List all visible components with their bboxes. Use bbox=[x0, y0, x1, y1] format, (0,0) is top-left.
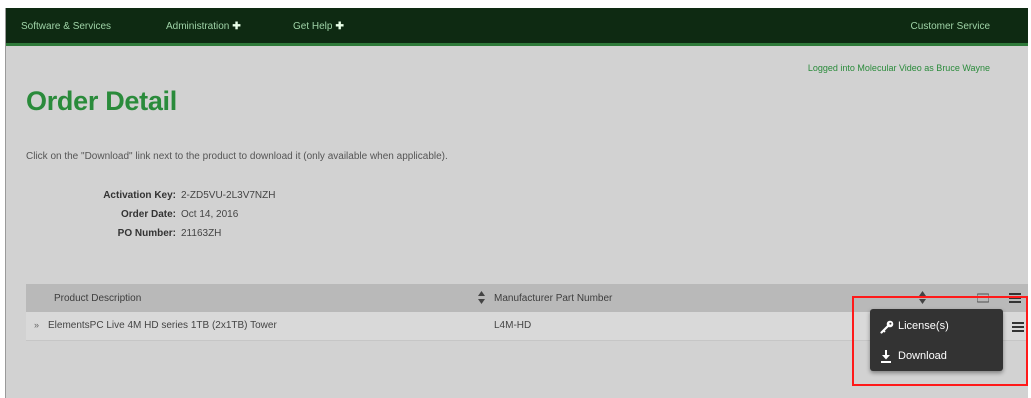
plus-icon: ✚ bbox=[232, 21, 241, 32]
activation-key-value: 2-ZD5VU-2L3V7NZH bbox=[181, 190, 276, 201]
nav-get-help-label: Get Help bbox=[293, 21, 333, 32]
part-number-cell: L4M-HD bbox=[494, 320, 532, 331]
row-action-menu-icon[interactable] bbox=[1012, 322, 1024, 332]
nav-get-help[interactable]: Get Help ✚ bbox=[293, 21, 344, 32]
menu-item-licenses-label: License(s) bbox=[898, 320, 949, 332]
nav-administration[interactable]: Administration ✚ bbox=[166, 21, 241, 32]
column-header-part-number[interactable]: Manufacturer Part Number bbox=[494, 293, 612, 304]
product-description-cell: ElementsPC Live 4M HD series 1TB (2x1TB)… bbox=[48, 320, 277, 331]
key-icon bbox=[880, 320, 894, 334]
nav-administration-label: Administration bbox=[166, 21, 230, 32]
po-number-value: 21163ZH bbox=[181, 228, 222, 239]
nav-customer-service[interactable]: Customer Service bbox=[911, 21, 990, 32]
order-date-value: Oct 14, 2016 bbox=[181, 209, 239, 220]
order-date-row: Order Date: Oct 14, 2016 bbox=[26, 209, 326, 223]
column-menu-icon[interactable] bbox=[1009, 293, 1021, 303]
po-number-row: PO Number: 21163ZH bbox=[26, 228, 326, 242]
sort-icon[interactable] bbox=[919, 291, 926, 304]
instructions-text: Click on the "Download" link next to the… bbox=[26, 151, 448, 162]
activation-key-row: Activation Key: 2-ZD5VU-2L3V7NZH bbox=[26, 190, 326, 204]
menu-item-download-label: Download bbox=[898, 350, 947, 362]
table-header: Product Description Manufacturer Part Nu… bbox=[26, 284, 1028, 312]
order-date-label: Order Date: bbox=[120, 209, 176, 220]
nav-software-services-label: Software & Services bbox=[21, 21, 112, 32]
sort-icon[interactable] bbox=[478, 291, 485, 304]
row-action-menu: License(s) Download bbox=[870, 309, 1003, 371]
activation-key-label: Activation Key: bbox=[103, 190, 176, 201]
nav-software-services[interactable]: Software & Services bbox=[21, 21, 111, 32]
expand-row-icon[interactable]: » bbox=[34, 320, 39, 330]
column-header-product-description[interactable]: Product Description bbox=[54, 293, 141, 304]
view-icon[interactable] bbox=[977, 293, 989, 303]
page-title: Order Detail bbox=[26, 86, 177, 116]
top-navigation-bar: Software & Services Administration ✚ Get … bbox=[6, 8, 1028, 46]
logged-in-user-link[interactable]: Logged into Molecular Video as Bruce Way… bbox=[808, 63, 990, 73]
po-number-label: PO Number: bbox=[117, 228, 176, 239]
download-icon bbox=[881, 350, 891, 363]
plus-icon: ✚ bbox=[335, 21, 344, 32]
